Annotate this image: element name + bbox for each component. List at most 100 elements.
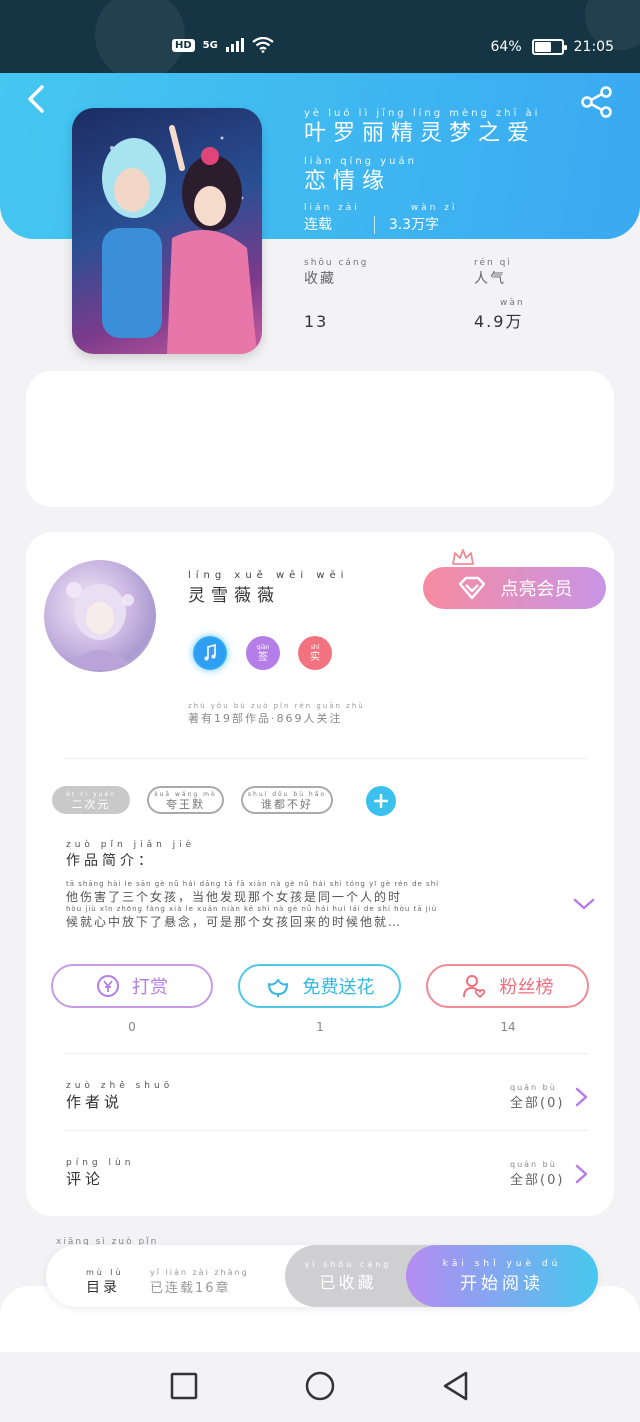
intro-title-pinyin: zuò pǐn jiǎn jiè [66, 840, 196, 850]
collect-pinyin: shōu cáng [304, 258, 369, 268]
tag-label: 谁都不好 [260, 798, 313, 811]
share-icon[interactable] [580, 86, 614, 118]
signed-badge-label: 签 [258, 652, 268, 663]
user-heart-icon [462, 975, 485, 998]
signal-icon [225, 38, 244, 52]
collected-pinyin: yǐ shōu cáng [304, 1259, 392, 1269]
tip-label: 打赏 [132, 977, 168, 998]
author-name-text: 灵雪薇薇 [188, 586, 280, 606]
tag-chip[interactable]: kuā wáng mò 夸王默 [147, 786, 224, 814]
read-pinyin: kāi shǐ yuè dú [442, 1258, 562, 1269]
tag-chip[interactable]: èr cì yuán 二次元 [52, 786, 130, 814]
network-type: 5G [202, 39, 218, 51]
wordcount-pinyin: wàn zì [410, 203, 458, 213]
chapter-count-pinyin: yǐ lián zài zhāng [150, 1268, 249, 1277]
title-line-2: 恋情缘 [304, 169, 392, 194]
music-badge-icon[interactable] [193, 636, 227, 670]
comments-pinyin: píng lùn [66, 1158, 135, 1168]
signed-author-badge[interactable]: qiān 签 [246, 636, 280, 670]
vip-label: 点亮会员 [500, 579, 573, 600]
chapter-count: yǐ lián zài zhāng 已连载16章 [150, 1268, 249, 1296]
chevron-right-icon[interactable] [572, 1163, 590, 1185]
verified-badge[interactable]: shí 实 [298, 636, 332, 670]
send-flower-label: 免费送花 [302, 977, 375, 998]
tip-button[interactable]: 打赏 [51, 964, 213, 1008]
read-label: 开始阅读 [459, 1273, 544, 1294]
back-icon[interactable] [440, 1370, 472, 1402]
author-says-all-link[interactable]: quán bù 全部(0) [510, 1083, 564, 1111]
plus-icon [374, 794, 388, 808]
status-left: HD 5G [172, 37, 274, 53]
divider [373, 216, 375, 234]
cover-illustration [102, 125, 257, 354]
author-says-title[interactable]: zuò zhě shuō 作者说 [66, 1081, 173, 1112]
book-cover[interactable] [72, 108, 262, 354]
status-pinyin: lián zài [304, 203, 360, 213]
fans-ranking-label: 粉丝榜 [499, 977, 554, 998]
comments-label: 评论 [66, 1170, 105, 1188]
battery-icon [531, 39, 567, 55]
collect-label: 收藏 [304, 271, 336, 287]
divider [64, 1130, 588, 1131]
avatar-illustration [64, 582, 136, 670]
send-flower-button[interactable]: 免费送花 [238, 964, 401, 1008]
intro-line-1-pinyin: tā shāng hài le sān gè nǚ hái dāng tā fā… [66, 880, 440, 888]
author-works-summary: zhù yǒu bù zuò pǐn rén guān zhù 著有19部作品·… [188, 702, 365, 726]
comments-more: 全部(0) [510, 1173, 565, 1188]
author-name-pinyin: líng xuě wēi wēi [188, 570, 349, 581]
back-arrow-icon[interactable] [22, 84, 52, 114]
title-line-2-pinyin: liàn qíng yuán [304, 156, 417, 167]
popularity-stat: rén qì 人气 wàn 4.9万 [474, 258, 525, 332]
popularity-value: 4.9万 [474, 312, 524, 331]
chevron-down-icon[interactable] [572, 895, 596, 913]
divider [64, 1053, 588, 1054]
table-of-contents-button[interactable]: mù lù 目录 [86, 1268, 124, 1297]
wifi-icon [252, 37, 274, 53]
book-title: yè luó lì jīng líng mèng zhī ài 叶罗丽精灵梦之爱… [304, 108, 540, 196]
fans-ranking-button[interactable]: 粉丝榜 [426, 964, 589, 1008]
tag-label: 夸王默 [165, 798, 205, 811]
intro-title: zuò pǐn jiǎn jiè 作品简介： [66, 840, 195, 870]
activate-vip-button[interactable]: 点亮会员 [423, 567, 606, 609]
yen-coin-icon [97, 975, 119, 997]
collect-stat: shōu cáng 收藏 13 [304, 258, 368, 331]
tag-chip[interactable]: shuí dōu bù hǎo 谁都不好 [241, 786, 333, 814]
music-note-icon [204, 644, 216, 661]
book-status-row: lián zài 连载 wàn zì 3.3万字 [304, 202, 458, 234]
comments-more-pinyin: quán bù [510, 1160, 557, 1169]
chapter-count-text: 已连载16章 [150, 1281, 231, 1296]
popularity-pinyin: rén qì [474, 258, 512, 268]
divider [64, 758, 588, 759]
comments-all-link[interactable]: quán bù 全部(0) [510, 1160, 564, 1188]
intro-line-2-pinyin: hòu jiù xīn zhōng fàng xià le xuán niàn … [66, 905, 438, 913]
popularity-value-pinyin: wàn [500, 298, 525, 308]
status-right: 64% 21:05 [491, 39, 614, 55]
add-tag-button[interactable] [366, 786, 396, 816]
author-says-more: 全部(0) [510, 1096, 565, 1111]
flower-count: 1 [316, 1020, 324, 1034]
author-name[interactable]: líng xuě wēi wēi 灵雪薇薇 [188, 570, 348, 606]
collect-value: 13 [304, 312, 329, 331]
word-count: 3.3万字 [388, 217, 440, 233]
works-text: 著有19部作品·869人关注 [188, 712, 343, 725]
intro-title-text: 作品简介： [66, 853, 156, 869]
toc-pinyin: mù lù [86, 1268, 124, 1277]
intro-line-2: 候就心中放下了悬念，可是那个女孩回来的时候他就… [66, 915, 403, 929]
author-avatar[interactable] [44, 560, 156, 672]
start-reading-button[interactable]: kāi shǐ yuè dú 开始阅读 [406, 1245, 598, 1307]
serial-status: 连载 [304, 217, 332, 233]
author-says-pinyin: zuò zhě shuō [66, 1081, 174, 1091]
author-says-more-pinyin: quán bù [510, 1083, 557, 1092]
chevron-right-icon[interactable] [572, 1086, 590, 1108]
recent-apps-icon[interactable] [168, 1370, 200, 1402]
crown-icon [452, 549, 474, 565]
popularity-label: 人气 [474, 271, 506, 287]
comments-title[interactable]: píng lùn 评论 [66, 1158, 134, 1189]
tag-label: 二次元 [71, 798, 111, 811]
toc-label: 目录 [86, 1280, 120, 1296]
works-pinyin: zhù yǒu bù zuò pǐn rén guān zhù [188, 702, 365, 710]
intro-text[interactable]: tā shāng hài le sān gè nǚ hái dāng tā fā… [66, 880, 556, 930]
home-icon[interactable] [304, 1370, 336, 1402]
hd-icon: HD [172, 38, 195, 52]
collected-label: 已收藏 [319, 1272, 377, 1292]
